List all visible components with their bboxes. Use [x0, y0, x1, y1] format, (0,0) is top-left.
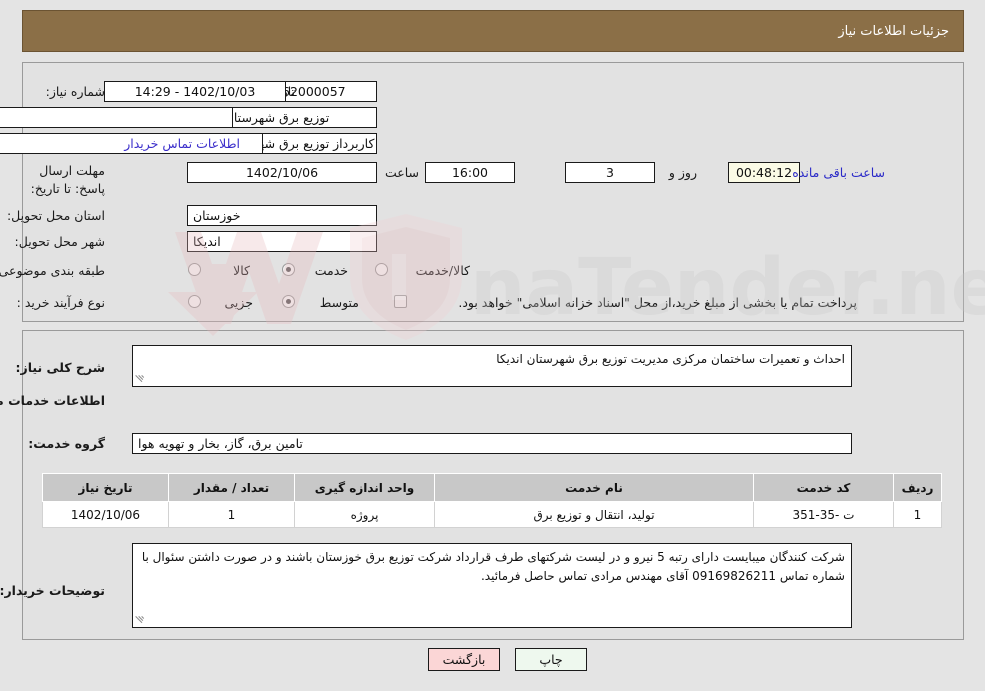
cell-code: ت -35-351: [753, 501, 894, 528]
delivery-city-label: شهر محل تحویل:: [14, 234, 105, 249]
cell-unit: پروژه: [294, 501, 435, 528]
treasury-bond-note: پرداخت تمام یا بخشی از مبلغ خرید،از محل …: [458, 295, 857, 310]
radio-process-minor[interactable]: [188, 295, 201, 308]
deadline-time-value: 16:00: [425, 162, 515, 183]
col-name: نام خدمت: [434, 473, 754, 502]
remaining-days-value: 3: [565, 162, 655, 183]
col-qty: تعداد / مقدار: [168, 473, 295, 502]
page-root: naTender.net جزئیات اطلاعات نیاز شماره ن…: [0, 0, 985, 691]
radio-process-minor-label: جزیی: [224, 295, 253, 310]
resize-grip-icon: [135, 373, 147, 385]
radio-category-goods-label: کالا: [233, 263, 250, 278]
countdown-timer-value: 00:48:12: [728, 162, 800, 183]
col-unit: واحد اندازه گیری: [294, 473, 435, 502]
radio-category-goods[interactable]: [188, 263, 201, 276]
buyer-notes-label: توضیحات خریدار:: [0, 583, 105, 598]
cell-date: 1402/10/06: [42, 501, 169, 528]
buyer-contact-link[interactable]: اطلاعات تماس خریدار: [124, 136, 240, 151]
announce-date-value: 1402/10/03 - 14:29: [104, 81, 286, 102]
treasury-bond-checkbox[interactable]: [394, 295, 407, 308]
print-button[interactable]: چاپ: [515, 648, 587, 671]
response-deadline-label: مهلت ارسال پاسخ: تا تاریخ:: [30, 163, 105, 196]
radio-category-goods-service-label: کالا/خدمت: [415, 263, 470, 278]
delivery-city-value: اندیکا: [187, 231, 377, 252]
radio-process-medium-label: متوسط: [319, 295, 359, 310]
col-code: کد خدمت: [753, 473, 894, 502]
need-number-label: شماره نیاز:: [45, 84, 105, 99]
col-date: تاریخ نیاز: [42, 473, 169, 502]
purchase-process-label: نوع فرآیند خرید :: [16, 295, 105, 310]
window-title-bar: جزئیات اطلاعات نیاز: [22, 10, 964, 52]
col-row: ردیف: [893, 473, 942, 502]
cell-qty: 1: [168, 501, 295, 528]
buyer-notes-textarea[interactable]: شرکت کنندگان میبایست دارای رتبه 5 نیرو و…: [132, 543, 852, 628]
countdown-label: ساعت باقی مانده: [792, 165, 885, 180]
services-table: ردیف کد خدمت نام خدمت واحد اندازه گیری ت…: [42, 473, 942, 528]
delivery-province-label: استان محل تحویل:: [6, 208, 105, 223]
service-group-value: تامین برق، گاز، بخار و تهویه هوا: [132, 433, 852, 454]
cell-name: تولید، انتقال و توزیع برق: [434, 501, 754, 528]
subject-category-label: طبقه بندی موضوعی:: [0, 263, 105, 278]
days-label: روز و: [668, 165, 697, 180]
table-header-row: ردیف کد خدمت نام خدمت واحد اندازه گیری ت…: [42, 473, 942, 502]
radio-process-medium[interactable]: [282, 295, 295, 308]
general-description-textarea[interactable]: احداث و تعمیرات ساختمان مرکزی مدیریت توز…: [132, 345, 852, 387]
resize-grip-icon: [135, 614, 147, 626]
hour-label: ساعت: [384, 165, 419, 180]
general-description-value: احداث و تعمیرات ساختمان مرکزی مدیریت توز…: [496, 352, 845, 366]
radio-category-goods-service[interactable]: [375, 263, 388, 276]
deadline-date-value: 1402/10/06: [187, 162, 377, 183]
page-title: جزئیات اطلاعات نیاز: [838, 23, 949, 39]
buyer-notes-value: شرکت کنندگان میبایست دارای رتبه 5 نیرو و…: [141, 550, 845, 583]
table-row: 1 ت -35-351 تولید، انتقال و توزیع برق پر…: [42, 501, 942, 528]
return-button[interactable]: بازگشت: [428, 648, 500, 671]
cell-row: 1: [893, 501, 942, 528]
radio-category-service[interactable]: [282, 263, 295, 276]
buyer-org-value-ext: [0, 107, 233, 128]
radio-category-service-label: خدمت: [314, 263, 348, 278]
delivery-province-value: خوزستان: [187, 205, 377, 226]
service-group-label: گروه خدمت:: [28, 436, 105, 451]
services-section-heading: اطلاعات خدمات مورد نیاز: [0, 393, 105, 408]
general-description-label: شرح کلی نیاز:: [15, 360, 105, 375]
